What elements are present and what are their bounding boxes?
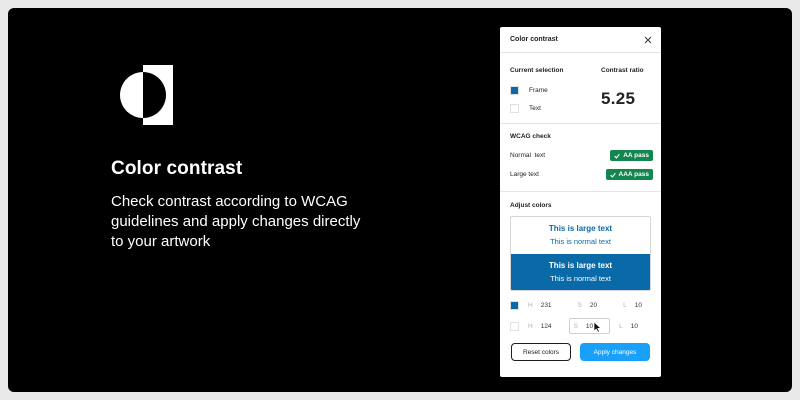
check-icon xyxy=(609,172,616,178)
saturation-label: S xyxy=(577,301,582,309)
apply-changes-button[interactable]: Apply changes xyxy=(580,343,650,361)
hue-field[interactable]: H 231 xyxy=(523,297,557,313)
lightness-field[interactable]: L 10 xyxy=(614,318,643,334)
panel-header: Color contrast xyxy=(500,27,661,53)
saturation-value: 20 xyxy=(589,301,598,309)
frame-color-swatch[interactable] xyxy=(510,300,519,310)
wcag-normal-row: Normal text AA pass xyxy=(510,150,653,161)
frame-label: Frame xyxy=(529,87,548,94)
panel-title: Color contrast xyxy=(510,36,558,43)
large-text-label: Large text xyxy=(510,171,539,178)
selection-frame-row[interactable]: Frame xyxy=(510,86,548,95)
lightness-value: 10 xyxy=(630,322,638,330)
hue-value: 124 xyxy=(540,322,552,330)
wcag-check-label: WCAG check xyxy=(510,133,551,140)
hue-label: H xyxy=(528,322,533,330)
saturation-field[interactable]: S 10 xyxy=(568,318,611,334)
preview-dark: This is large text This is normal text xyxy=(511,254,650,290)
text-label: Text xyxy=(529,105,541,112)
aaa-pass-badge: AAA pass xyxy=(605,169,653,180)
frame-color-swatch xyxy=(510,86,519,95)
hue-label: H xyxy=(528,301,533,309)
adjust-colors-label: Adjust colors xyxy=(510,202,552,209)
wcag-large-row: Large text AAA pass xyxy=(510,169,653,180)
lightness-field[interactable]: L 10 xyxy=(618,297,647,313)
adjust-colors-section: Adjust colors This is large text This is… xyxy=(500,192,661,376)
preview-light-large-text: This is large text xyxy=(548,224,613,233)
check-icon xyxy=(614,153,621,159)
text-color-swatch[interactable] xyxy=(510,321,519,331)
lightness-label: L xyxy=(623,301,627,309)
selection-section: Current selection Contrast ratio Frame T… xyxy=(500,53,661,124)
contrast-ratio-value: 5.25 xyxy=(601,89,636,108)
lightness-label: L xyxy=(619,322,623,330)
hero-title: Color contrast xyxy=(111,158,243,179)
aa-pass-badge: AA pass xyxy=(610,150,653,161)
wcag-section: WCAG check Normal text AA pass Large tex… xyxy=(500,124,661,192)
lightness-value: 10 xyxy=(634,301,642,309)
half-circle-square-logo xyxy=(120,65,173,125)
promo-frame: Color contrast Check contrast according … xyxy=(8,8,792,392)
mouse-cursor-icon xyxy=(593,321,602,333)
contrast-preview: This is large text This is normal text T… xyxy=(510,216,651,291)
preview-dark-normal-text: This is normal text xyxy=(550,274,611,283)
contrast-ratio-label: Contrast ratio xyxy=(601,67,644,74)
close-icon[interactable] xyxy=(643,35,653,45)
selection-text-row[interactable]: Text xyxy=(510,104,541,113)
reset-colors-button[interactable]: Reset colors xyxy=(511,343,571,361)
current-selection-label: Current selection xyxy=(510,67,564,74)
hsl-row-frame: H 231 S 20 L 10 xyxy=(510,297,653,313)
aa-pass-label: AA pass xyxy=(623,152,649,159)
preview-light-normal-text: This is normal text xyxy=(550,237,611,246)
hue-field[interactable]: H 124 xyxy=(523,318,557,334)
plugin-panel: Color contrast Current selection Contras… xyxy=(500,27,661,377)
saturation-label: S xyxy=(573,322,578,330)
hero-description: Check contrast according to WCAG guideli… xyxy=(111,193,361,250)
aaa-pass-label: AAA pass xyxy=(618,171,649,178)
preview-light: This is large text This is normal text xyxy=(511,217,650,254)
normal-text-label: Normal text xyxy=(510,152,546,159)
hsl-row-text: H 124 S 10 L 10 xyxy=(510,318,653,334)
hue-value: 231 xyxy=(540,301,552,309)
preview-dark-large-text: This is large text xyxy=(548,261,613,270)
text-color-swatch xyxy=(510,104,519,113)
saturation-field[interactable]: S 20 xyxy=(573,297,603,313)
